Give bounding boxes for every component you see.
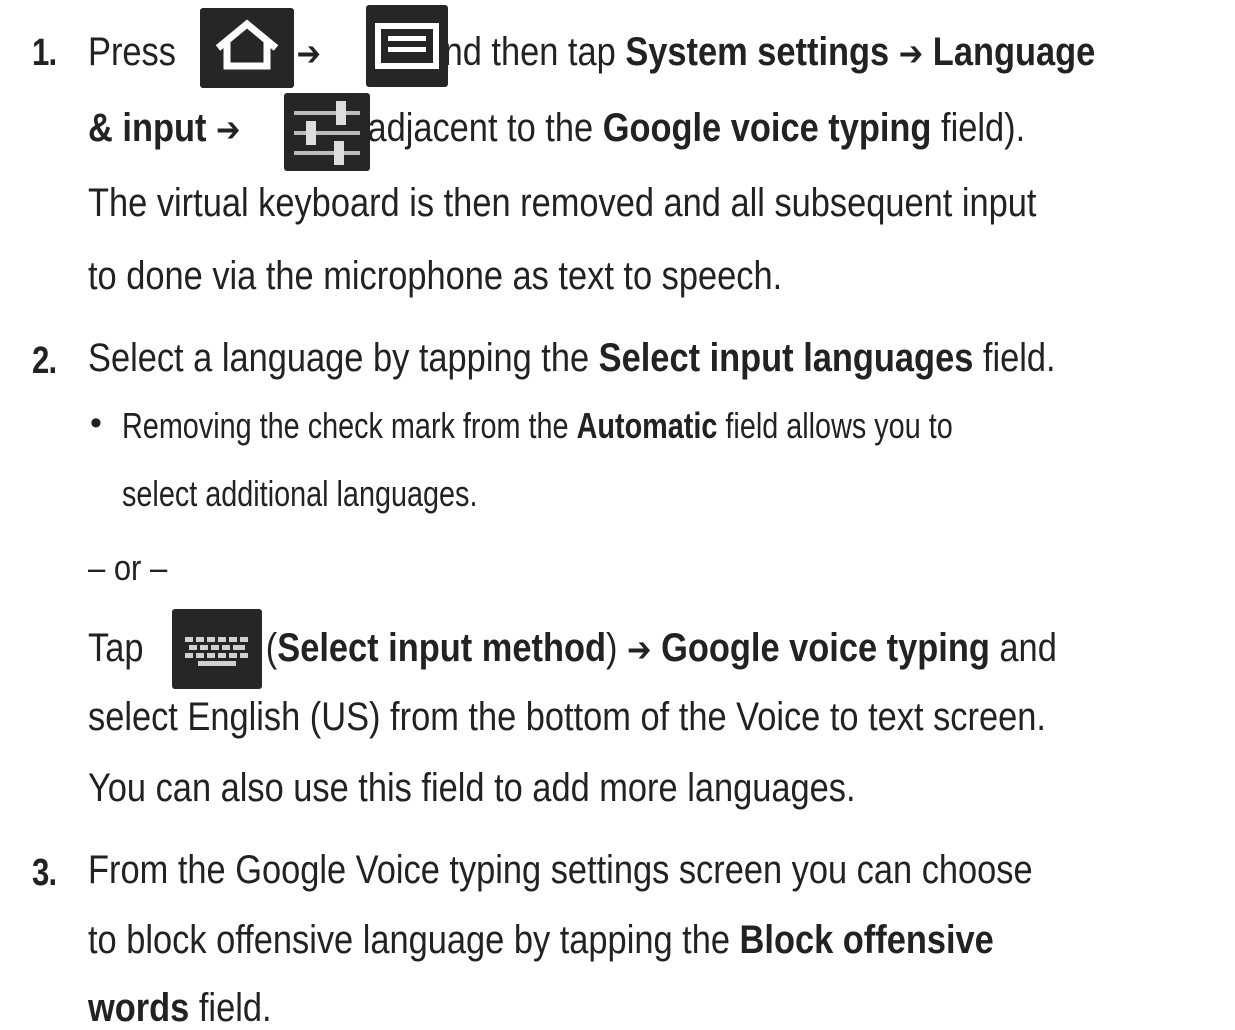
document-page: 1. Press ➔ and then tap System settings … — [0, 0, 1235, 1030]
step-3-line-2: to block offensive language by tapping t… — [88, 918, 994, 962]
or-separator: – or – — [88, 547, 168, 588]
step-number: 3. — [32, 852, 57, 894]
bullet-line-1: Removing the check mark from the Automat… — [122, 405, 953, 446]
step-2-line-1: Select a language by tapping the Select … — [88, 336, 1056, 380]
step-1-line-3: The virtual keyboard is then removed and… — [88, 181, 1037, 225]
settings-sliders-icon — [284, 93, 370, 171]
step-3-line-1: From the Google Voice typing settings sc… — [88, 848, 1033, 892]
step-2-line-also: You can also use this field to add more … — [88, 766, 856, 810]
heading-remnant — [70, 0, 710, 2]
step-1-line-2: & input ➔ (adjacent to the Google voice … — [88, 106, 1026, 150]
step-3-line-3: words field. — [88, 986, 272, 1030]
step-2-line-select: select English (US) from the bottom of t… — [88, 695, 1046, 739]
menu-icon — [366, 5, 448, 87]
step-number: 2. — [32, 340, 57, 382]
bullet-line-2: select additional languages. — [122, 473, 478, 514]
home-icon — [200, 8, 294, 88]
keyboard-icon — [172, 609, 262, 689]
bullet-dot: • — [90, 404, 102, 442]
step-number: 1. — [32, 32, 57, 74]
step-1-line-4: to done via the microphone as text to sp… — [88, 254, 783, 298]
